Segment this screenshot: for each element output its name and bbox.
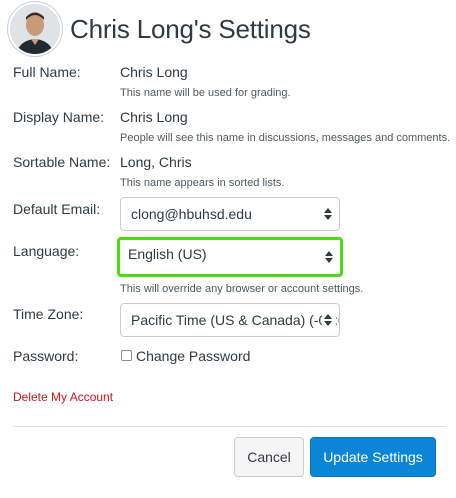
- delete-account-link[interactable]: Delete My Account: [13, 390, 113, 404]
- language-hint: This will override any browser or accoun…: [120, 283, 364, 295]
- sortable-name-label: Sortable Name:: [13, 154, 111, 170]
- language-selected-value: English (US): [128, 246, 207, 262]
- password-label: Password:: [13, 348, 79, 364]
- full-name-hint: This name will be used for grading.: [120, 87, 291, 99]
- change-password-label[interactable]: Change Password: [136, 348, 250, 364]
- divider: [13, 426, 446, 427]
- default-email-label: Default Email:: [13, 201, 101, 217]
- select-arrows-icon: [322, 314, 336, 326]
- default-email-select[interactable]: clong@hbuhsd.edu: [120, 197, 340, 231]
- display-name-label: Display Name:: [13, 109, 105, 125]
- page-header: Chris Long's Settings: [8, 2, 311, 56]
- time-zone-selected-value: Pacific Time (US & Canada) (-08:00): [131, 312, 340, 328]
- select-arrows-icon: [325, 251, 333, 263]
- full-name-label: Full Name:: [13, 64, 81, 80]
- default-email-selected-value: clong@hbuhsd.edu: [131, 206, 252, 222]
- sortable-name-hint: This name appears in sorted lists.: [120, 177, 285, 189]
- user-avatar-icon: [10, 4, 60, 54]
- page-title: Chris Long's Settings: [70, 13, 311, 44]
- sortable-name-value: Long, Chris: [120, 154, 192, 170]
- display-name-hint: People will see this name in discussions…: [120, 132, 451, 144]
- avatar[interactable]: [8, 2, 62, 56]
- language-label: Language:: [13, 243, 80, 259]
- display-name-value: Chris Long: [120, 109, 188, 125]
- time-zone-label: Time Zone:: [13, 306, 84, 322]
- update-settings-button[interactable]: Update Settings: [310, 437, 436, 477]
- full-name-value: Chris Long: [120, 64, 188, 80]
- language-select[interactable]: English (US): [117, 237, 343, 277]
- select-arrows-icon: [324, 208, 332, 220]
- cancel-button[interactable]: Cancel: [234, 437, 304, 477]
- time-zone-select[interactable]: Pacific Time (US & Canada) (-08:00): [120, 303, 340, 337]
- change-password-checkbox[interactable]: [121, 350, 132, 361]
